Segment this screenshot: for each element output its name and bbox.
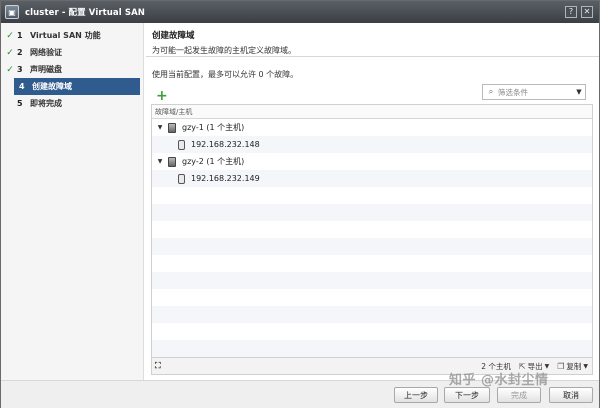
title-bar[interactable]: ▣ cluster - 配置 Virtual SAN ? ✕ <box>1 1 599 23</box>
empty-row <box>152 221 592 238</box>
host-icon <box>178 173 185 184</box>
step-claim-disks[interactable]: ✓ 3 声明磁盘 <box>1 61 143 78</box>
copy-button[interactable]: ❐ 复制 ▼ <box>557 361 588 372</box>
step-label: 声明磁盘 <box>30 65 62 74</box>
watermark: 知乎 @水封尘情 <box>449 373 549 388</box>
page-header: 创建故障域 为可能一起发生故障的主机定义故障域。 <box>146 23 599 57</box>
help-icon[interactable]: ? <box>565 6 577 18</box>
empty-row <box>152 306 592 323</box>
empty-row <box>152 340 592 357</box>
wizard-steps-sidebar: ✓ 1 Virtual SAN 功能 ✓ 2 网络验证 ✓ 3 声明磁盘 4 创… <box>1 23 144 380</box>
filter-placeholder: 筛选条件 <box>498 87 528 97</box>
binoculars-icon[interactable]: ⛶ <box>155 361 161 371</box>
empty-row <box>152 323 592 340</box>
step-ready-to-complete[interactable]: 5 即将完成 <box>1 95 143 112</box>
empty-row <box>152 289 592 306</box>
check-icon: ✓ <box>6 47 14 58</box>
host-label: 192.168.232.149 <box>191 174 260 183</box>
chevron-down-icon: ▼ <box>583 362 588 370</box>
step-label: 网络验证 <box>30 48 62 57</box>
host-label: 192.168.232.148 <box>191 140 260 149</box>
step-number: 3 <box>17 65 23 74</box>
step-number: 1 <box>17 31 23 40</box>
fault-tolerance-info: 使用当前配置，最多可以允许 0 个故障。 <box>152 70 299 79</box>
column-header[interactable]: 故障域/主机 <box>152 105 592 119</box>
step-virtual-san-capabilities[interactable]: ✓ 1 Virtual SAN 功能 <box>1 27 143 44</box>
fault-domain-label: gzy-1 (1 个主机) <box>182 123 245 132</box>
step-label: 即将完成 <box>30 99 62 108</box>
fault-domain-label: gzy-2 (1 个主机) <box>182 157 245 166</box>
step-label: Virtual SAN 功能 <box>30 31 101 40</box>
empty-row <box>152 204 592 221</box>
fault-domain-grid: 故障域/主机 ▼ gzy-1 (1 个主机) 192.168.232.148 ▼… <box>151 104 593 358</box>
main-content: 创建故障域 为可能一起发生故障的主机定义故障域。 使用当前配置，最多可以允许 0… <box>146 23 599 380</box>
check-icon: ✓ <box>6 30 14 41</box>
expand-icon[interactable]: ▼ <box>155 124 165 131</box>
expand-icon[interactable]: ▼ <box>155 158 165 165</box>
step-label: 创建故障域 <box>32 82 72 91</box>
search-icon: ⌕ <box>488 87 494 96</box>
empty-row <box>152 187 592 204</box>
step-number: 5 <box>17 99 23 108</box>
cluster-icon: ▣ <box>5 5 19 19</box>
filter-input[interactable]: ⌕ 筛选条件 ▼ <box>482 84 586 100</box>
empty-row <box>152 255 592 272</box>
copy-label: 复制 <box>566 361 582 371</box>
table-row[interactable]: ▼ gzy-2 (1 个主机) <box>152 153 592 170</box>
add-fault-domain-button[interactable]: + <box>156 88 168 104</box>
plus-icon: + <box>156 88 168 104</box>
page-title: 创建故障域 <box>152 31 195 41</box>
step-number: 4 <box>19 82 25 91</box>
close-icon[interactable]: ✕ <box>581 6 593 18</box>
next-button[interactable]: 下一步 <box>444 387 490 403</box>
finish-button[interactable]: 完成 <box>497 387 541 403</box>
window-title: cluster - 配置 Virtual SAN <box>25 8 145 18</box>
fault-domain-icon <box>168 122 176 133</box>
table-row[interactable]: 192.168.232.149 <box>152 170 592 187</box>
host-icon <box>178 139 185 150</box>
copy-icon: ❐ <box>557 361 565 371</box>
back-button[interactable]: 上一步 <box>394 387 438 403</box>
check-icon: ✓ <box>6 64 14 75</box>
cancel-button[interactable]: 取消 <box>549 387 593 403</box>
step-network-validation[interactable]: ✓ 2 网络验证 <box>1 44 143 61</box>
fault-domain-icon <box>168 156 176 167</box>
chevron-down-icon[interactable]: ▼ <box>573 88 585 96</box>
step-create-fault-domains[interactable]: 4 创建故障域 <box>14 78 140 95</box>
grid-rows: ▼ gzy-1 (1 个主机) 192.168.232.148 ▼ gzy-2 … <box>152 119 592 357</box>
table-row[interactable]: ▼ gzy-1 (1 个主机) <box>152 119 592 136</box>
configure-vsan-dialog: ▣ cluster - 配置 Virtual SAN ? ✕ ✓ 1 Virtu… <box>0 0 600 408</box>
page-description: 为可能一起发生故障的主机定义故障域。 <box>152 46 296 55</box>
empty-row <box>152 238 592 255</box>
table-row[interactable]: 192.168.232.148 <box>152 136 592 153</box>
step-number: 2 <box>17 48 23 57</box>
empty-row <box>152 272 592 289</box>
